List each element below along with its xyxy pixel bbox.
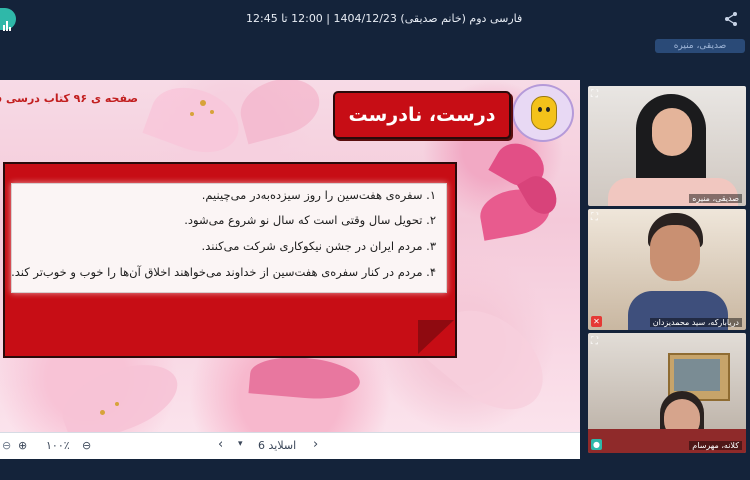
share-icon[interactable] <box>722 10 740 28</box>
zoom-level: ۱۰۰٪ <box>46 439 70 452</box>
zoom-in-icon[interactable]: ⊕ <box>18 439 27 452</box>
mic-icon[interactable]: ● <box>591 439 602 450</box>
slide-heading-box: درست، نادرست <box>333 91 511 139</box>
statement-item: ۴. مردم در کنار سفره‌ی هفت‌سین از خداوند… <box>11 265 436 279</box>
mascot-illustration <box>512 84 574 142</box>
statement-item: ۲. تحویل سال وقتی است که سال نو شروع می‌… <box>184 213 436 227</box>
slide-number[interactable]: اسلاید 6 <box>258 439 296 452</box>
participant-name: کلانه، مهرسام <box>689 441 742 450</box>
textbook-page-reference: صفحه ی ۹۶ کتاب درسی فا <box>0 92 138 105</box>
slide-heading: درست، نادرست <box>348 104 496 126</box>
previous-slide-icon[interactable]: › <box>313 437 318 452</box>
participant-video-tile[interactable]: ⛶ ● کلانه، مهرسام <box>588 333 746 453</box>
next-slide-icon[interactable]: ‹ <box>218 437 223 452</box>
zoom-out-icon[interactable]: ⊖ <box>82 439 91 452</box>
presentation-controls: ⊖ ⊕ ۱۰۰٪ ⊖ ‹ ▾ اسلاید 6 › <box>0 432 580 459</box>
participant-avatar <box>650 225 700 281</box>
expand-icon[interactable]: ⛶ <box>591 89 603 101</box>
mic-muted-icon[interactable]: ✕ <box>591 316 602 327</box>
participant-video-tile[interactable]: ⛶ ✕ دریابارکه، سید محمدیزدان <box>588 209 746 330</box>
top-bar: فارسی دوم (خانم صدیقی) 1404/12/23 | 12:0… <box>0 0 750 38</box>
statement-item: ۳. مردم ایران در جشن نیکوکاری شرکت می‌کن… <box>201 239 436 253</box>
current-user-badge[interactable]: صدیقی، منیره <box>655 39 745 53</box>
statement-item: ۱. سفره‌ی هفت‌سین را روز سیزده‌به‌در می‌… <box>201 188 436 202</box>
participant-video-tile[interactable]: ⛶ صدیقی، منیره <box>588 86 746 206</box>
session-title: فارسی دوم (خانم صدیقی) 1404/12/23 | 12:0… <box>246 12 523 25</box>
participant-name: صدیقی، منیره <box>689 194 742 203</box>
chevron-down-icon[interactable]: ▾ <box>238 439 243 449</box>
expand-icon[interactable]: ⛶ <box>591 336 603 348</box>
participant-name: دریابارکه، سید محمدیزدان <box>649 318 742 327</box>
statement-list: ۱. سفره‌ی هفت‌سین را روز سیزده‌به‌در می‌… <box>11 183 447 293</box>
app-logo-icon[interactable] <box>0 8 16 31</box>
minus-icon[interactable]: ⊖ <box>2 439 11 452</box>
expand-icon[interactable]: ⛶ <box>591 212 603 224</box>
